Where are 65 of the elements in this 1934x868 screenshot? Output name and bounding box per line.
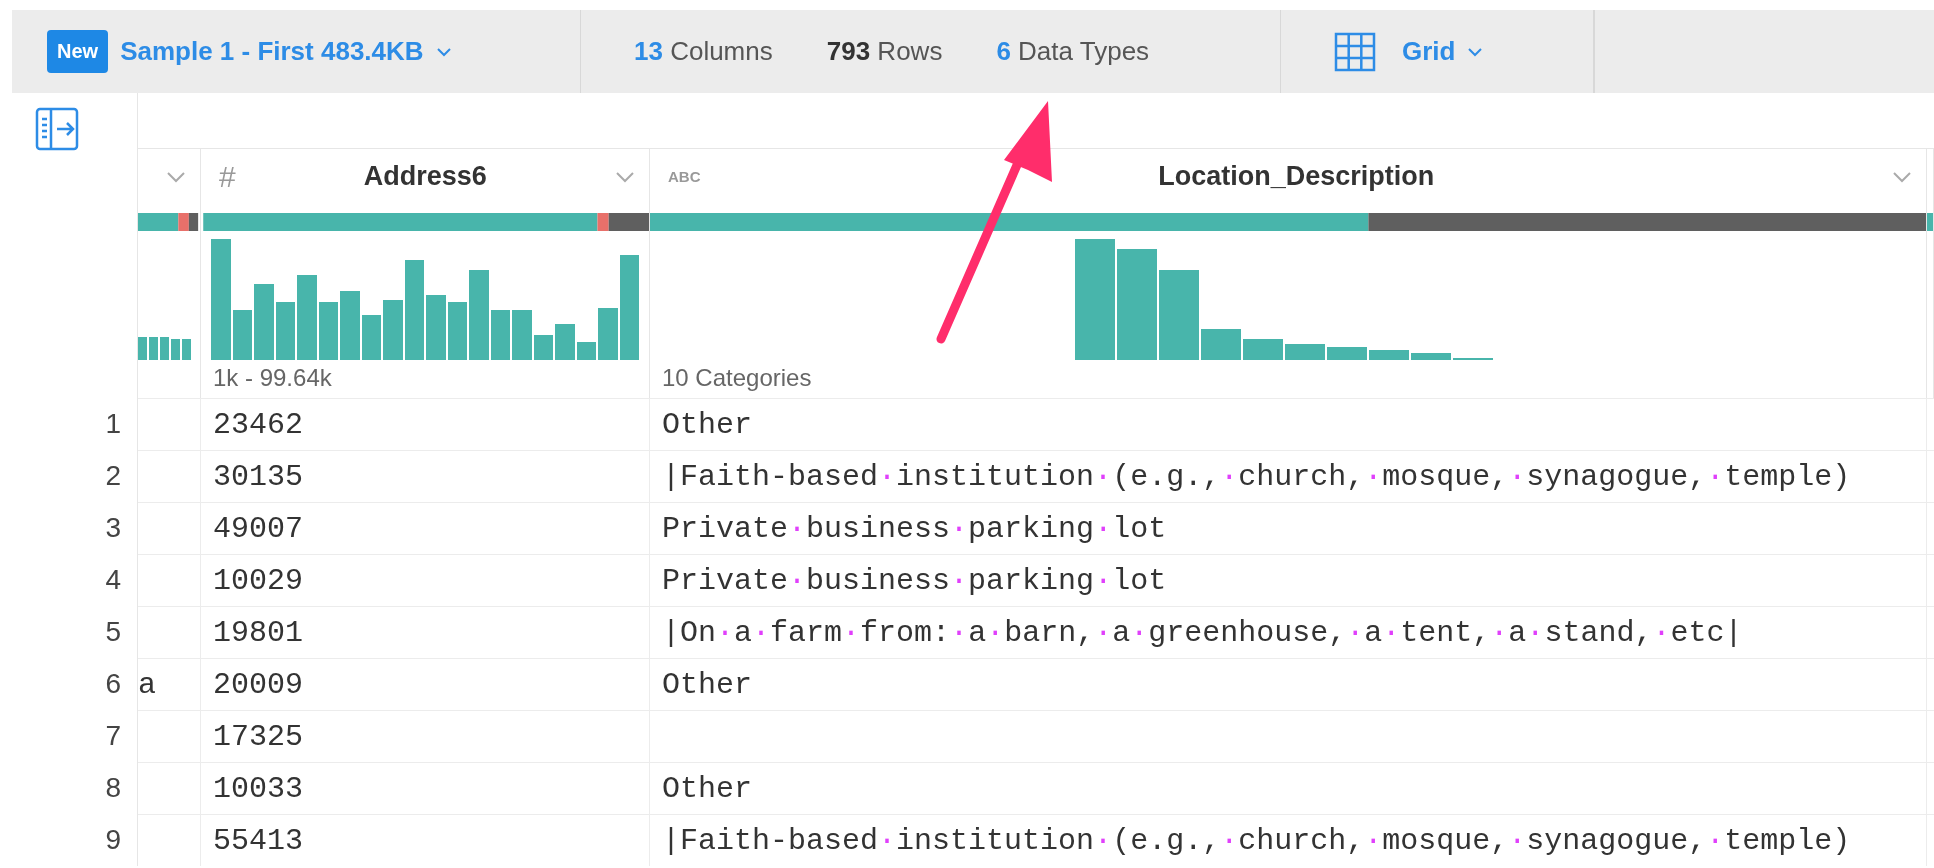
stat-label[interactable]: 6 Data Types	[996, 36, 1150, 67]
column-summary: 10 Categories	[661, 363, 813, 392]
table-cell: |Faith-based·institution·(e.g.,·church,·mosque,·synagogue,·temple)	[650, 814, 1927, 866]
table-cell: 17325	[201, 710, 650, 762]
histogram-bar	[160, 337, 169, 360]
table-cell	[138, 814, 201, 866]
table-cell: |On·a·farm·from:·a·barn,·a·greenhouse,·a·tent,·a·stand,·etc|	[650, 606, 1927, 658]
grid-icon	[1334, 31, 1376, 72]
table-cell: |Faith-based·institution·(e.g.,·church,·mosque,·synagogue,·temple)	[650, 450, 1927, 502]
panel-toggle-icon[interactable]	[35, 107, 79, 151]
histogram-bar	[1201, 328, 1241, 360]
histogram-bar	[182, 339, 191, 360]
table-cell: 23462	[201, 398, 650, 450]
type-label: #	[219, 159, 236, 194]
stat-label[interactable]: 13 Columns	[634, 36, 773, 67]
table-cell: 10033	[201, 762, 650, 814]
table-cell	[138, 450, 201, 502]
histogram-bar	[1369, 350, 1409, 360]
table-cell: Other	[650, 762, 1927, 814]
table-cell	[138, 502, 201, 554]
histogram-bar	[447, 301, 467, 360]
type-label: ABC	[668, 168, 701, 185]
table-cell: 20009	[201, 658, 650, 710]
stat-label: 793 Rows	[826, 36, 943, 67]
table-cell: 49007	[201, 502, 650, 554]
histogram-bar	[1243, 339, 1283, 360]
table-cell: 10029	[201, 554, 650, 606]
table-cell	[138, 710, 201, 762]
histogram-bar	[171, 339, 180, 360]
row-number: 8	[105, 772, 121, 804]
table-cell	[138, 554, 201, 606]
row-number: 4	[105, 564, 121, 596]
row-number: 7	[105, 720, 121, 752]
table-cell	[138, 762, 201, 814]
chevron-down-icon	[435, 46, 452, 57]
histogram-bar	[138, 337, 147, 360]
histogram-bar	[1411, 352, 1451, 360]
row-number: 5	[105, 616, 121, 648]
table-cell	[138, 606, 201, 658]
row-number: 9	[105, 824, 121, 856]
chevron-down-icon	[1467, 46, 1484, 57]
table-cell: Private·business·parking·lot	[650, 502, 1927, 554]
row-number: 3	[105, 512, 121, 544]
new-badge: New	[47, 30, 109, 73]
column-summary: 1k - 99.64k	[212, 363, 333, 392]
table-cell: 55413	[201, 814, 650, 866]
histogram-bar	[1285, 344, 1325, 360]
column-name: Address6	[362, 161, 488, 192]
row-number: 1	[105, 408, 121, 440]
table-cell: Private·business·parking·lot	[650, 554, 1927, 606]
table-cell: 30135	[201, 450, 650, 502]
table-cell: 19801	[201, 606, 650, 658]
histogram-bar	[426, 294, 446, 360]
histogram-bar	[149, 337, 158, 360]
chevron-down-icon[interactable]	[166, 170, 186, 183]
table-cell: Other	[650, 658, 1927, 710]
column-name: Location_Description	[1157, 161, 1436, 192]
row-number: 2	[105, 460, 121, 492]
histogram-bar	[275, 301, 295, 360]
row-number: 6	[105, 668, 121, 700]
table-cell: a	[138, 658, 201, 710]
chevron-down-icon[interactable]	[1892, 170, 1912, 183]
chevron-down-icon[interactable]	[615, 170, 635, 183]
table-cell: Other	[650, 398, 1927, 450]
histogram-bar	[1327, 346, 1367, 360]
